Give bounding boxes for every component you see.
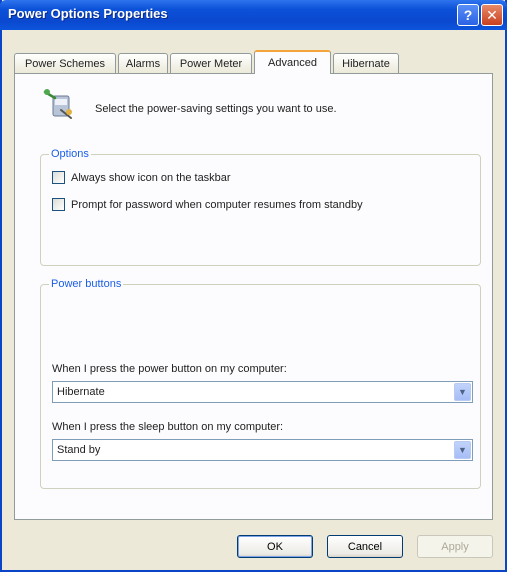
title-bar[interactable]: Power Options Properties ? ✕ — [0, 0, 507, 30]
chevron-down-icon[interactable]: ▼ — [454, 383, 471, 401]
prompt-password-label[interactable]: Prompt for password when computer resume… — [71, 199, 363, 211]
options-group-legend: Options — [49, 148, 91, 160]
chevron-down-icon[interactable]: ▼ — [454, 441, 471, 459]
power-buttons-group: Power buttons When I press the power but… — [40, 278, 481, 489]
power-options-window: Power Options Properties ? ✕ Power Schem… — [0, 0, 507, 572]
power-button-select[interactable]: Hibernate ▼ — [52, 381, 473, 403]
advanced-tab-panel: Select the power-saving settings you wan… — [14, 73, 493, 520]
options-group: Options Always show icon on the taskbar … — [40, 148, 481, 266]
tab-alarms[interactable]: Alarms — [118, 53, 168, 73]
sleep-button-select[interactable]: Stand by ▼ — [52, 439, 473, 461]
tab-power-schemes[interactable]: Power Schemes — [14, 53, 116, 73]
checkbox-box[interactable] — [52, 198, 65, 211]
sleep-button-value: Stand by — [57, 444, 101, 456]
window-title: Power Options Properties — [8, 6, 168, 21]
cancel-button[interactable]: Cancel — [327, 535, 403, 558]
power-settings-icon — [43, 89, 72, 119]
header-description: Select the power-saving settings you wan… — [95, 103, 337, 115]
checkbox-box[interactable] — [52, 171, 65, 184]
tab-power-meter[interactable]: Power Meter — [170, 53, 252, 73]
help-button[interactable]: ? — [457, 4, 479, 26]
power-button-label: When I press the power button on my comp… — [52, 363, 287, 375]
tab-hibernate[interactable]: Hibernate — [333, 53, 399, 73]
sleep-button-label: When I press the sleep button on my comp… — [52, 421, 284, 433]
ok-button[interactable]: OK — [237, 535, 313, 558]
show-taskbar-icon-label[interactable]: Always show icon on the taskbar — [71, 172, 231, 184]
close-button[interactable]: ✕ — [481, 4, 503, 26]
prompt-password-checkbox[interactable]: Prompt for password when computer resume… — [52, 198, 363, 211]
power-buttons-group-legend: Power buttons — [49, 278, 124, 290]
power-button-value: Hibernate — [57, 386, 105, 398]
show-taskbar-icon-checkbox[interactable]: Always show icon on the taskbar — [52, 171, 231, 184]
tab-advanced[interactable]: Advanced — [254, 50, 331, 74]
apply-button[interactable]: Apply — [417, 535, 493, 558]
